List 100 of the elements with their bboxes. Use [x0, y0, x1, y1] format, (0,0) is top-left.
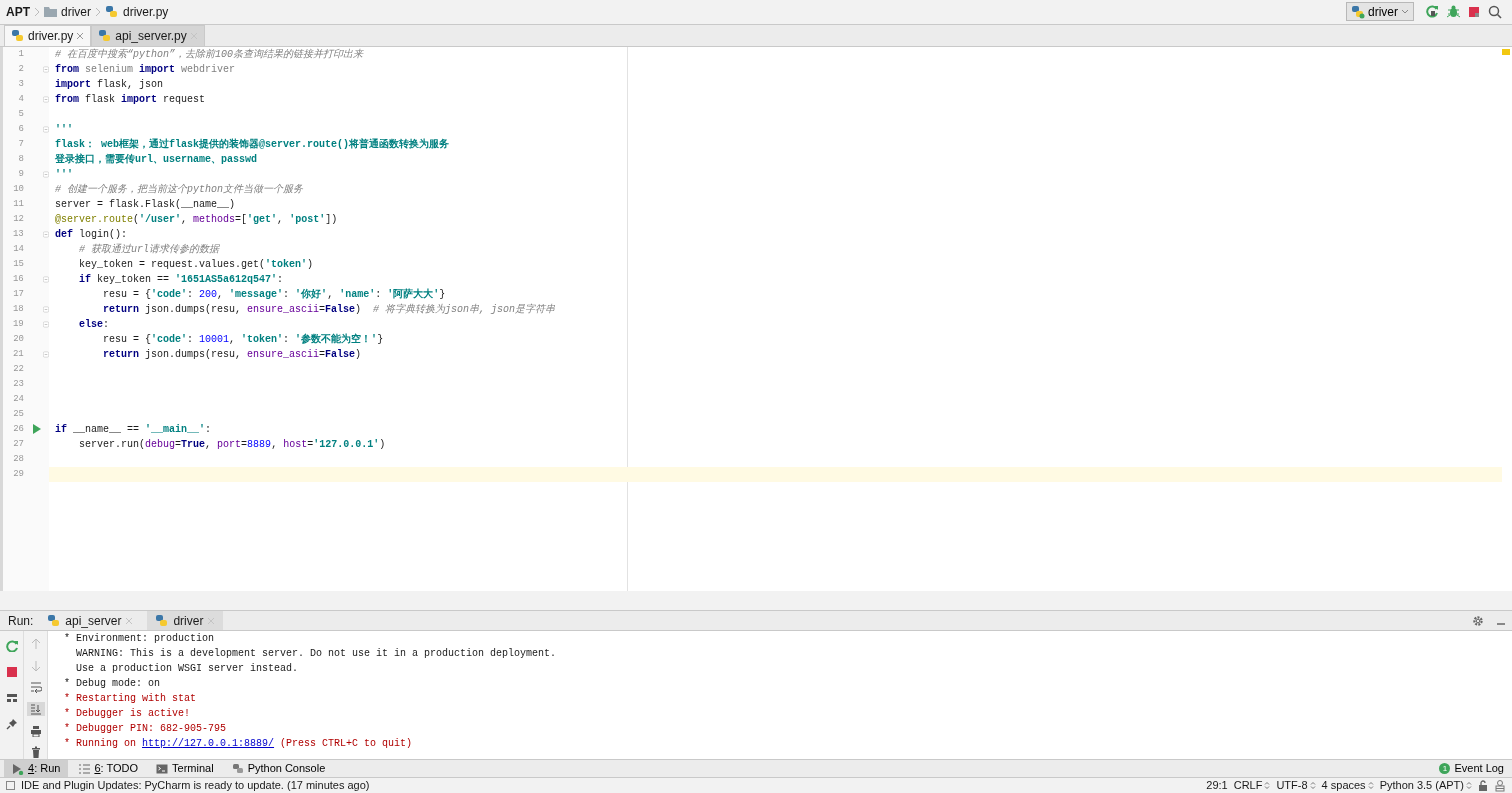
tool-window-tab[interactable]: 6: TODO [70, 760, 147, 777]
console-line: * Restarting with stat [64, 692, 198, 707]
fold-marker-icon[interactable] [43, 229, 49, 239]
panel-toggle-icon[interactable] [6, 781, 15, 790]
dropdown-arrows-icon[interactable] [1264, 781, 1271, 790]
soft-wrap-icon [29, 681, 42, 694]
run-tab[interactable]: api_server [39, 611, 142, 631]
terminal-window-icon [156, 762, 169, 775]
run-config-dropdown[interactable]: driver [1346, 2, 1414, 22]
fold-marker-icon[interactable] [43, 94, 49, 104]
line-number: 15 [12, 257, 24, 271]
close-icon[interactable] [125, 616, 134, 625]
fold-marker-icon[interactable] [43, 169, 49, 179]
tool-window-tab[interactable]: 4: Run [4, 760, 69, 777]
line-number: 29 [12, 467, 24, 481]
pin-icon[interactable] [5, 718, 18, 731]
status-item[interactable]: Python 3.5 (APT) [1379, 777, 1464, 793]
tool-window-tab[interactable]: Terminal [148, 760, 222, 777]
python-file-icon [11, 28, 25, 43]
rerun-icon[interactable] [5, 640, 18, 653]
tool-window-tab[interactable]: Python Console [223, 760, 334, 777]
layout-icon[interactable] [5, 692, 18, 705]
code-line: if key_token == '1651AS5a612q547': [78, 272, 285, 287]
fold-marker-icon[interactable] [43, 349, 49, 359]
code-line: server.run(debug=True, port=8889, host='127.0.0.1') [78, 437, 387, 452]
line-number: 24 [12, 392, 24, 406]
settings-icon[interactable] [1472, 614, 1484, 627]
up-arrow-icon [29, 638, 42, 650]
lock-icon[interactable] [1478, 780, 1488, 791]
event-log-button[interactable]: 1 Event Log [1431, 760, 1512, 777]
dropdown-arrows-icon[interactable] [1466, 781, 1472, 790]
code-line: import flask, json [54, 77, 165, 92]
status-item[interactable]: 29:1 [1206, 777, 1228, 793]
run-tab[interactable]: driver [147, 611, 224, 631]
breadcrumb-item[interactable]: APT [6, 3, 30, 21]
breadcrumb-item[interactable]: driver [61, 3, 91, 21]
line-number: 2 [17, 62, 24, 76]
line-number: 22 [12, 362, 24, 376]
code-line: server = flask.Flask(__name__) [54, 197, 237, 212]
line-number: 10 [12, 182, 24, 196]
code-line: 登录接口，需要传url、username、passwd [54, 152, 259, 167]
panel-label: Run: [8, 612, 34, 630]
file-tab[interactable]: driver.py [4, 24, 92, 46]
fold-marker-icon[interactable] [43, 304, 49, 314]
code-line: from selenium import webdriver [54, 62, 237, 77]
line-number: 26 [12, 422, 24, 436]
code-line: return json.dumps(resu, ensure_ascii=False) # 将字典转换为json串, json是字符串 [102, 302, 557, 317]
line-number: 12 [12, 212, 24, 226]
python-run-icon [1351, 5, 1365, 19]
dropdown-arrows-icon[interactable] [1367, 781, 1374, 790]
breadcrumb-item[interactable]: driver.py [123, 3, 169, 21]
inspection-mark-icon[interactable] [1502, 48, 1510, 55]
print-icon [29, 724, 42, 737]
search-icon[interactable] [1488, 5, 1502, 19]
console-link[interactable]: http://127.0.0.1:8889/ [142, 738, 275, 750]
status-message: IDE and Plugin Updates: PyCharm is ready to update. (17 minutes ago) [21, 778, 370, 793]
code-line: resu = {'code': 10001, 'token': '参数不能为空！'} [102, 332, 385, 347]
inspector-icon[interactable] [1494, 779, 1506, 792]
status-item[interactable]: CRLF [1233, 777, 1263, 793]
line-number: 9 [17, 167, 24, 181]
caret-icon [1401, 9, 1409, 15]
console-line: * Debug mode: on [64, 677, 161, 692]
code-line: resu = {'code': 200, 'message': '你好', 'name': '阿萨大大'} [102, 287, 447, 302]
console-line: * Debugger PIN: 682-905-795 [64, 722, 228, 737]
scroll-to-end-icon [29, 702, 42, 715]
line-number: 11 [12, 197, 24, 211]
bug-icon[interactable] [1447, 5, 1460, 19]
console-line: * Debugger is active! [64, 707, 192, 722]
stop-icon[interactable] [5, 666, 18, 679]
code-line: @server.route('/user', methods=['get', 'post']) [54, 212, 339, 227]
run-icon[interactable] [32, 424, 42, 435]
python-file-icon [98, 28, 113, 43]
line-number: 16 [11, 272, 24, 286]
chevron-icon [95, 7, 101, 17]
fold-marker-icon[interactable] [43, 319, 49, 329]
close-icon[interactable] [76, 31, 85, 40]
fold-marker-icon[interactable] [43, 64, 49, 74]
dropdown-arrows-icon[interactable] [1309, 781, 1316, 790]
code-line: if __name__ == '__main__': [54, 422, 213, 437]
code-line: # 在百度中搜索“python”，去除前100条查询结果的链接并打印出来 [54, 47, 365, 62]
line-number: 13 [11, 227, 24, 241]
python-file-icon [105, 5, 119, 19]
fold-marker-icon[interactable] [43, 274, 49, 284]
code-line: from flask import request [54, 92, 207, 107]
code-line: # 创建一个服务，把当前这个python文件当做一个服务 [54, 182, 304, 197]
line-number: 14 [12, 242, 24, 256]
stop-icon[interactable] [1468, 6, 1480, 18]
status-item[interactable]: UTF-8 [1276, 777, 1308, 793]
status-item[interactable]: 4 spaces [1321, 777, 1366, 793]
file-tab[interactable]: api_server.py [91, 24, 205, 46]
run-window-icon [12, 762, 24, 775]
line-number: 17 [12, 287, 24, 301]
line-number: 1 [17, 47, 24, 61]
scroll-to-end-button[interactable] [26, 702, 45, 716]
console-line: Use a production WSGI server instead. [75, 662, 300, 677]
code-line: # 获取通过url请求传参的数据 [78, 242, 221, 257]
code-line: def login(): [54, 227, 129, 242]
rerun-icon[interactable] [1426, 5, 1439, 19]
fold-marker-icon[interactable] [43, 124, 49, 134]
code-line: ''' [54, 167, 74, 182]
